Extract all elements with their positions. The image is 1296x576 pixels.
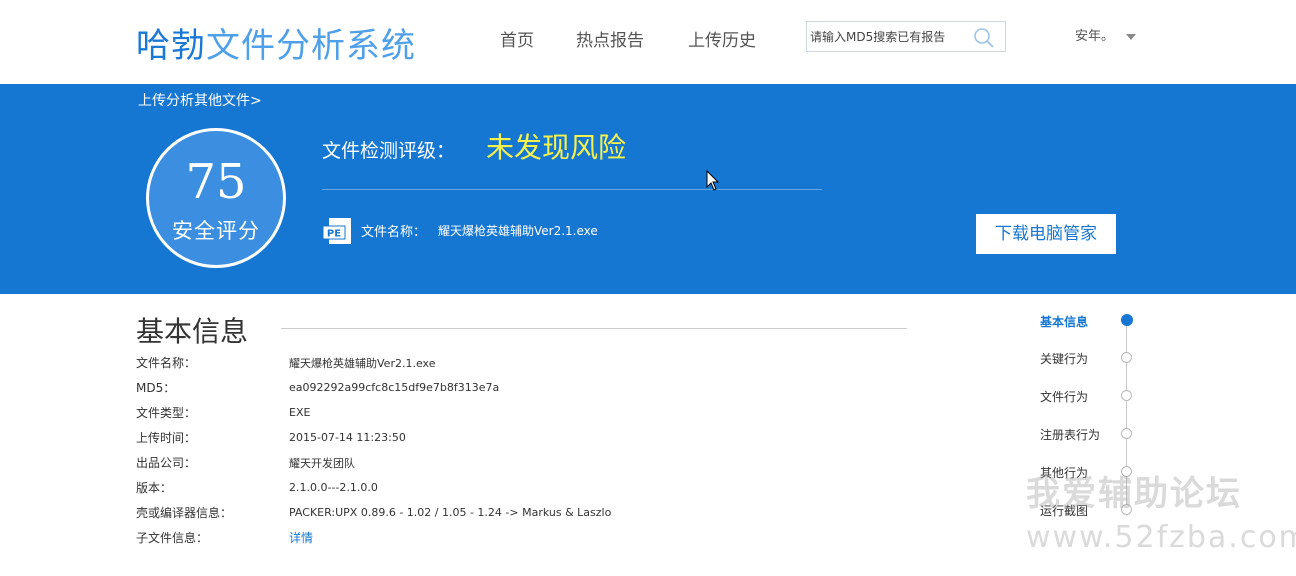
subfiles-details-link[interactable]: 详情 xyxy=(289,529,313,546)
logo-part1: 哈勃 xyxy=(136,26,206,66)
info-value-file-type: EXE xyxy=(289,406,311,419)
info-label-upload-time: 上传时间： xyxy=(136,431,197,445)
info-label-file-name: 文件名称： xyxy=(136,356,197,370)
result-banner: 上传分析其他文件> 75 安全评分 文件检测评级： 未发现风险 PE 文件名称：… xyxy=(0,84,1296,294)
app-logo[interactable]: 哈勃文件分析系统 xyxy=(136,18,416,67)
safety-score-value: 75 xyxy=(185,154,247,210)
side-nav-dot-key-behavior[interactable] xyxy=(1121,352,1132,363)
side-nav-registry-behavior[interactable]: 注册表行为 xyxy=(1040,426,1100,443)
watermark-url: www.52fzba.com xyxy=(1026,520,1296,555)
info-value-version: 2.1.0.0---2.1.0.0 xyxy=(289,481,378,494)
file-name-value: 耀天爆枪英雄辅助Ver2.1.exe xyxy=(438,224,598,238)
side-nav-file-behavior[interactable]: 文件行为 xyxy=(1040,388,1088,405)
search-icon[interactable] xyxy=(973,27,995,49)
info-label-company: 出品公司： xyxy=(136,456,197,470)
side-nav-key-behavior[interactable]: 关键行为 xyxy=(1040,350,1088,367)
pe-file-icon: PE xyxy=(323,218,351,244)
mouse-cursor-icon xyxy=(706,170,720,191)
caret-down-icon xyxy=(1126,33,1137,40)
nav-home[interactable]: 首页 xyxy=(500,26,534,51)
rating-value: 未发现风险 xyxy=(486,131,627,164)
user-menu[interactable]: 安年。 xyxy=(1075,25,1137,44)
info-value-md5: ea092292a99cfc8c15df9e7b8f313e7a xyxy=(289,381,500,394)
pe-badge-text: PE xyxy=(327,229,341,240)
rating-label: 文件检测评级： xyxy=(322,140,456,162)
info-value-packer: PACKER:UPX 0.89.6 - 1.02 / 1.05 - 1.24 -… xyxy=(289,506,612,519)
info-value-upload-time: 2015-07-14 11:23:50 xyxy=(289,431,406,444)
info-label-version: 版本： xyxy=(136,481,173,495)
info-label-md5: MD5： xyxy=(136,381,176,395)
info-value-file-name: 耀天爆枪英雄辅助Ver2.1.exe xyxy=(289,357,436,370)
side-nav-dot-basic-info[interactable] xyxy=(1121,314,1133,326)
info-label-file-type: 文件类型： xyxy=(136,406,197,420)
download-pc-manager-button[interactable]: 下载电脑管家 xyxy=(976,214,1116,254)
safety-score-badge: 75 安全评分 xyxy=(146,128,286,268)
top-header: 哈勃文件分析系统 首页 热点报告 上传历史 安年。 xyxy=(0,0,1296,84)
logo-part2: 文件分析系统 xyxy=(206,26,416,66)
search-box xyxy=(806,21,1006,52)
safety-score-label: 安全评分 xyxy=(172,219,260,243)
nav-hot-reports[interactable]: 热点报告 xyxy=(576,26,644,51)
watermark-title: 我爱辅助论坛 xyxy=(1026,474,1242,514)
section-title-basic-info: 基本信息 xyxy=(136,315,249,348)
user-name: 安年。 xyxy=(1075,29,1115,44)
info-value-company: 耀天开发团队 xyxy=(289,457,355,470)
banner-divider xyxy=(322,189,822,190)
nav-upload-history[interactable]: 上传历史 xyxy=(688,26,756,51)
info-label-packer: 壳或编译器信息： xyxy=(136,506,233,520)
file-name-label: 文件名称： xyxy=(361,225,427,240)
section-divider xyxy=(281,328,907,329)
side-nav-basic-info[interactable]: 基本信息 xyxy=(1040,313,1088,330)
search-input[interactable] xyxy=(810,27,970,47)
side-nav-dot-file-behavior[interactable] xyxy=(1121,390,1132,401)
upload-other-file-link[interactable]: 上传分析其他文件> xyxy=(138,90,262,110)
info-label-subfiles: 子文件信息： xyxy=(136,531,209,545)
side-nav-dot-registry-behavior[interactable] xyxy=(1121,428,1132,439)
